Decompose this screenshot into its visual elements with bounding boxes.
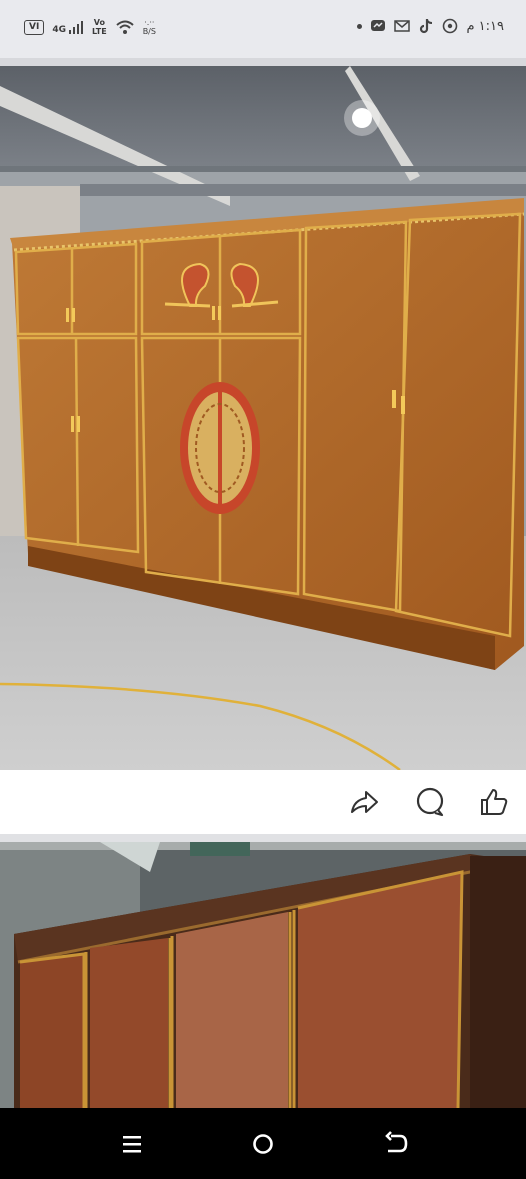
whatsapp-icon: [443, 18, 458, 34]
post-action-bar: [0, 770, 526, 834]
gmail-icon: [394, 20, 411, 32]
status-time: ١:١٩ م: [466, 18, 504, 34]
volte-bottom: LTE: [91, 27, 107, 36]
comment-icon[interactable]: [414, 786, 446, 818]
like-icon[interactable]: [478, 786, 510, 818]
sim-badge: VI: [24, 19, 45, 35]
system-navigation-bar: [0, 1108, 526, 1179]
wifi-icon: [116, 20, 134, 34]
speed-unit: B/S: [142, 27, 156, 36]
status-left: VI 4G Vo LTE ·.·· B/S: [24, 18, 156, 36]
post-photo-wardrobe-2[interactable]: [0, 842, 526, 1108]
network-label: 4G: [52, 25, 66, 35]
status-bar: VI 4G Vo LTE ·.·· B/S ١:١٩ م: [0, 0, 526, 58]
post-photo-wardrobe[interactable]: [0, 66, 526, 770]
recents-icon[interactable]: [118, 1130, 146, 1158]
divider: [0, 834, 526, 842]
share-icon[interactable]: [348, 786, 380, 818]
volte-indicator: Vo LTE: [92, 18, 107, 36]
divider: [0, 58, 526, 66]
data-speed: ·.·· B/S: [143, 18, 156, 36]
speed-value: ·.··: [144, 18, 155, 27]
status-right: ١:١٩ م: [357, 18, 504, 34]
wardrobe-photo-2-image: [0, 842, 526, 1108]
network-indicator: 4G: [52, 19, 84, 35]
volte-top: Vo: [93, 18, 105, 27]
messenger-icon: [371, 20, 386, 31]
notification-dot-icon: [357, 23, 363, 29]
tiktok-icon: [420, 19, 433, 34]
back-icon[interactable]: [382, 1130, 410, 1158]
signal-icon: [68, 21, 83, 34]
home-icon[interactable]: [249, 1130, 277, 1158]
wardrobe-photo-image: [0, 66, 526, 770]
